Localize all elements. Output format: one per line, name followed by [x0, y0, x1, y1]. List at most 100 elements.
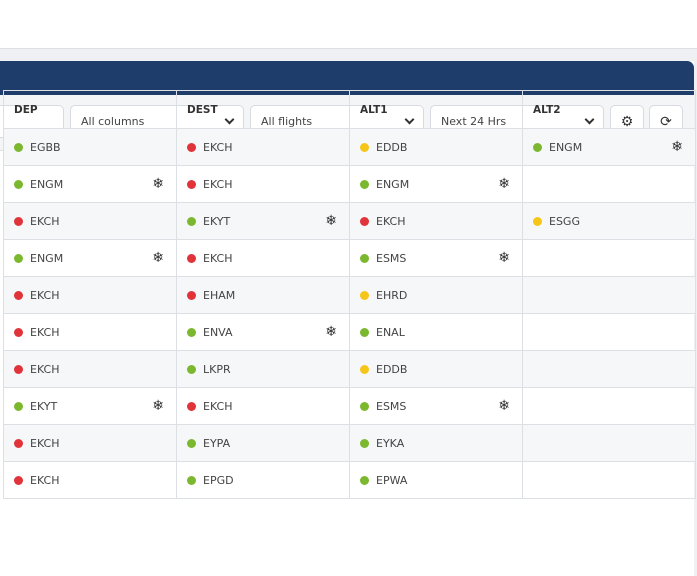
- status-dot-red: [187, 401, 196, 411]
- cell-dest: EYPA: [176, 424, 350, 462]
- cell-dep: EKCH: [3, 424, 177, 462]
- snowflake-icon: ❄: [671, 139, 683, 155]
- cell-alt2: ENGM ❄: [522, 128, 696, 166]
- airport-code: EHAM: [203, 288, 236, 302]
- cell-dep: EGBB: [3, 128, 177, 166]
- airport-code: EKCH: [30, 325, 60, 339]
- cell-dest: EPGD: [176, 461, 350, 499]
- airport-code: LKPR: [203, 362, 231, 376]
- cell-alt2: [522, 313, 696, 351]
- status-dot-red: [14, 290, 23, 300]
- table-row[interactable]: EKCH LKPR EDDB: [3, 350, 696, 388]
- cell-alt1: ESMS ❄: [349, 387, 523, 425]
- status-dot-red: [14, 327, 23, 337]
- cell-dep: EKCH: [3, 313, 177, 351]
- table-row[interactable]: EKYT ❄ EKCH ESMS ❄: [3, 387, 696, 425]
- cell-alt2: [522, 461, 696, 499]
- cell-dest: EKCH: [176, 165, 350, 203]
- cell-dep: EKCH: [3, 276, 177, 314]
- cell-alt2: [522, 276, 696, 314]
- status-dot-red: [14, 475, 23, 485]
- cell-alt1: EKCH: [349, 202, 523, 240]
- table-row[interactable]: EKCH EKYT ❄ EKCH ESGG: [3, 202, 696, 240]
- snowflake-icon: ❄: [498, 250, 510, 266]
- cell-alt1: ENAL: [349, 313, 523, 351]
- status-dot-green: [360, 253, 369, 263]
- table-row[interactable]: ENGM ❄ EKCH ESMS ❄: [3, 239, 696, 277]
- cell-alt2: [522, 165, 696, 203]
- status-dot-green: [14, 253, 23, 263]
- airport-code: EKCH: [203, 251, 233, 265]
- cell-dest: EKCH: [176, 128, 350, 166]
- status-dot-yellow: [360, 142, 369, 152]
- airport-code: EDDB: [376, 140, 408, 154]
- airport-code: EYKA: [376, 436, 405, 450]
- snowflake-icon: ❄: [152, 398, 164, 414]
- cell-alt2: [522, 424, 696, 462]
- snowflake-icon: ❄: [152, 250, 164, 266]
- airport-code: EKCH: [376, 214, 406, 228]
- table-row[interactable]: EKCH EYPA EYKA: [3, 424, 696, 462]
- cell-dest: EKCH: [176, 239, 350, 277]
- cell-alt2: [522, 350, 696, 388]
- cell-dep: ENGM ❄: [3, 239, 177, 277]
- cell-dest: EHAM: [176, 276, 350, 314]
- cell-alt1: ENGM ❄: [349, 165, 523, 203]
- airport-code: EKCH: [30, 473, 60, 487]
- cell-dep: EKCH: [3, 202, 177, 240]
- airport-code: EHRD: [376, 288, 408, 302]
- cell-dest: EKCH: [176, 387, 350, 425]
- status-dot-yellow: [360, 364, 369, 374]
- cell-dep: EKCH: [3, 350, 177, 388]
- airport-code: EKCH: [203, 399, 233, 413]
- status-dot-red: [187, 179, 196, 189]
- cell-alt2: [522, 387, 696, 425]
- top-bar: [0, 0, 697, 49]
- airport-code: EPGD: [203, 473, 234, 487]
- airport-code: EKCH: [203, 140, 233, 154]
- cell-alt1: EHRD: [349, 276, 523, 314]
- status-dot-green: [187, 327, 196, 337]
- cell-alt1: ESMS ❄: [349, 239, 523, 277]
- airport-code: EKCH: [30, 288, 60, 302]
- status-dot-red: [187, 253, 196, 263]
- status-dot-green: [187, 216, 196, 226]
- column-header-alt1[interactable]: ALT1: [349, 90, 523, 129]
- cell-dep: EKYT ❄: [3, 387, 177, 425]
- status-dot-green: [533, 142, 542, 152]
- status-dot-green: [14, 179, 23, 189]
- status-dot-red: [14, 216, 23, 226]
- status-dot-green: [360, 179, 369, 189]
- cell-alt1: EYKA: [349, 424, 523, 462]
- cell-dep: EKCH: [3, 461, 177, 499]
- column-header-dep[interactable]: DEP: [3, 90, 177, 129]
- status-dot-green: [187, 438, 196, 448]
- status-dot-red: [187, 142, 196, 152]
- snowflake-icon: ❄: [325, 213, 337, 229]
- airport-code: ENGM: [376, 177, 410, 191]
- status-dot-red: [14, 438, 23, 448]
- table-row[interactable]: EKCH EHAM EHRD: [3, 276, 696, 314]
- airport-code: ENGM: [549, 140, 583, 154]
- status-dot-yellow: [533, 216, 542, 226]
- airport-code: EKYT: [203, 214, 231, 228]
- flights-table: DEP DEST ALT1 ALT2 EGBB EKCH EDDB ENGM ❄ ENGM ❄ EK…: [3, 90, 696, 499]
- table-row[interactable]: EKCH ENVA ❄ ENAL: [3, 313, 696, 351]
- column-header-alt2[interactable]: ALT2: [522, 90, 696, 129]
- table-row[interactable]: ENGM ❄ EKCH ENGM ❄: [3, 165, 696, 203]
- airport-code: EKYT: [30, 399, 58, 413]
- cell-alt1: EPWA: [349, 461, 523, 499]
- cell-alt1: EDDB: [349, 350, 523, 388]
- table-row[interactable]: EKCH EPGD EPWA: [3, 461, 696, 499]
- airport-code: EDDB: [376, 362, 408, 376]
- cell-alt1: EDDB: [349, 128, 523, 166]
- column-header-dest[interactable]: DEST: [176, 90, 350, 129]
- table-row[interactable]: EGBB EKCH EDDB ENGM ❄: [3, 128, 696, 166]
- status-dot-green: [360, 438, 369, 448]
- status-dot-green: [360, 327, 369, 337]
- table-header-row: DEP DEST ALT1 ALT2: [3, 90, 696, 129]
- status-dot-green: [360, 475, 369, 485]
- cell-dep: ENGM ❄: [3, 165, 177, 203]
- status-dot-green: [14, 401, 23, 411]
- snowflake-icon: ❄: [152, 176, 164, 192]
